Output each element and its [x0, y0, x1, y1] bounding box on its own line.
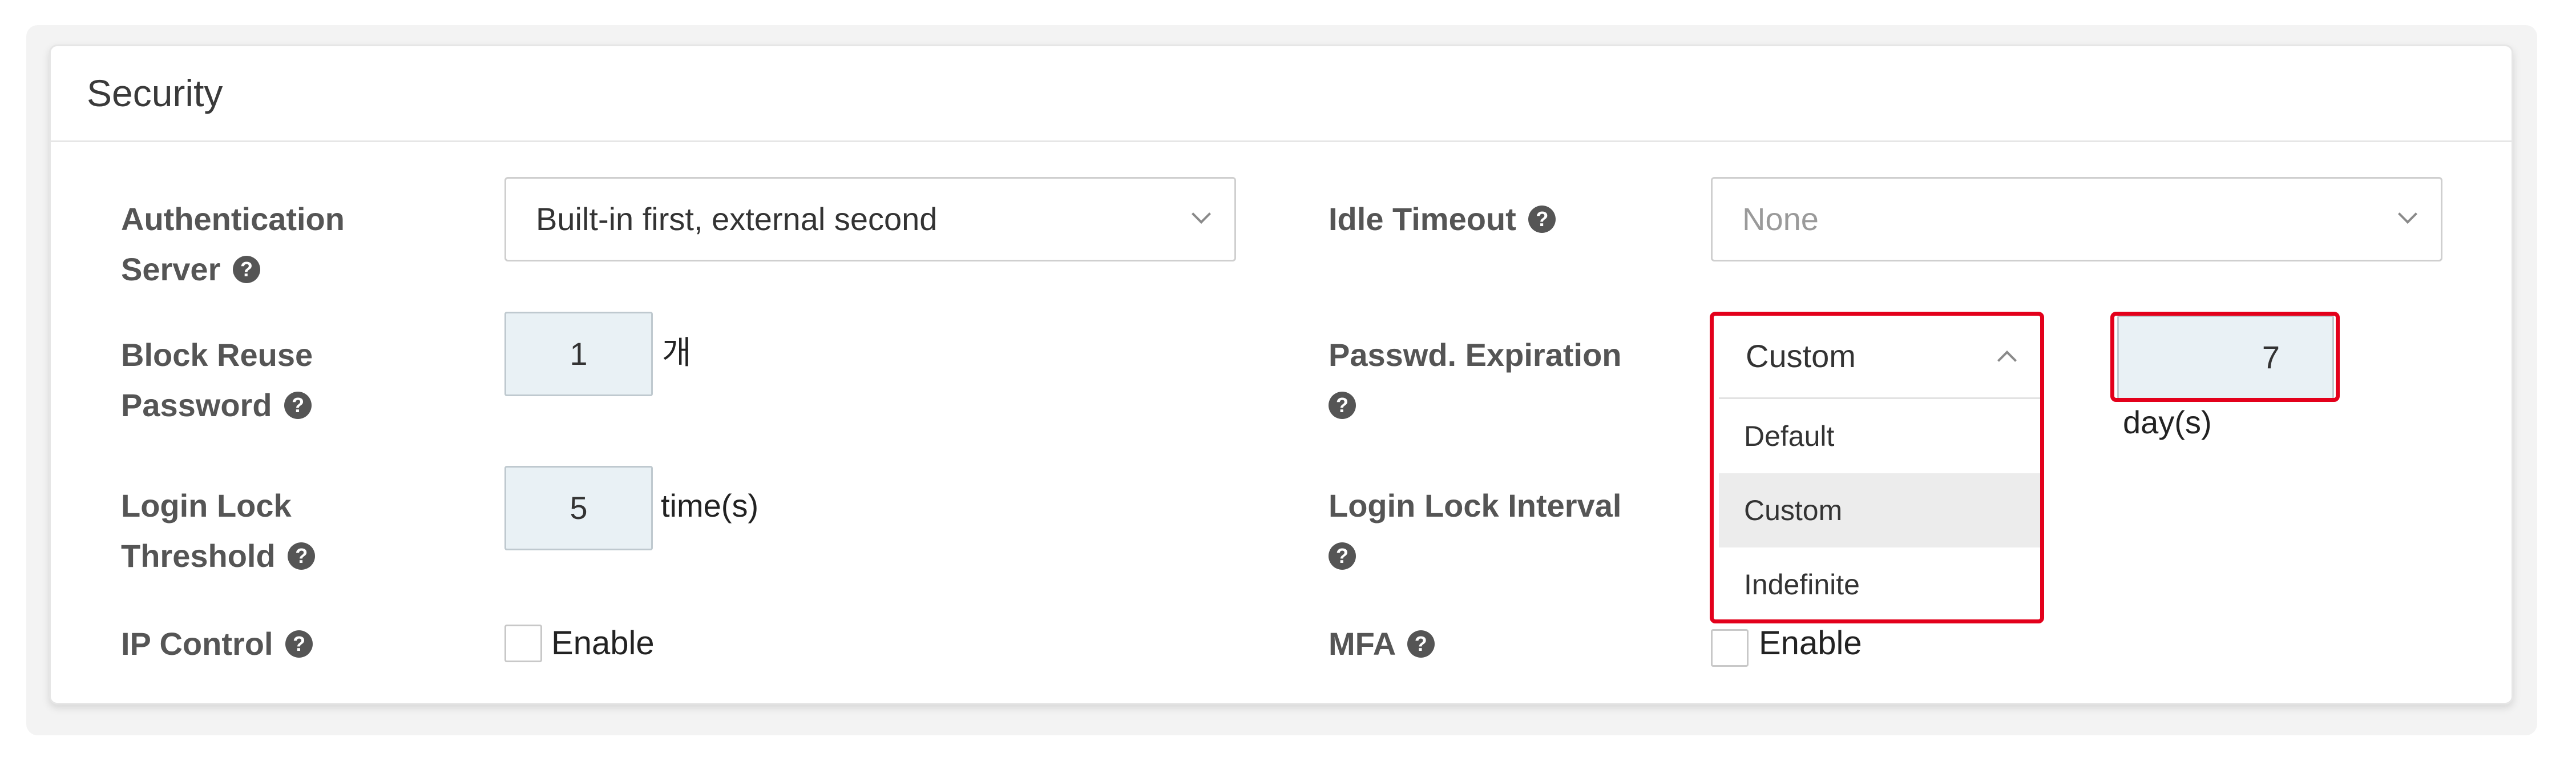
- ip-control-enable-label: Enable: [551, 625, 655, 662]
- ip-control-label: IP Control ?: [121, 619, 313, 669]
- idle-timeout-label: Idle Timeout ?: [1329, 194, 1556, 244]
- auth-server-select[interactable]: Built-in first, external second: [504, 177, 1236, 261]
- help-icon[interactable]: ?: [284, 392, 312, 420]
- login-lock-interval-label: Login Lock Interval ?: [1329, 481, 1621, 581]
- panel-header: Security: [51, 46, 2512, 142]
- expiration-days-unit: day(s): [2123, 404, 2212, 440]
- highlight-days-box: [2110, 312, 2340, 402]
- help-icon[interactable]: ?: [232, 256, 260, 284]
- mfa-enable-label: Enable: [1759, 625, 1862, 662]
- block-reuse-input[interactable]: 1: [504, 312, 653, 396]
- help-icon[interactable]: ?: [288, 542, 316, 570]
- login-lock-threshold-input[interactable]: 5: [504, 466, 653, 550]
- highlight-dropdown-box: [1710, 312, 2044, 623]
- ip-control-checkbox[interactable]: [504, 625, 542, 662]
- chevron-down-icon: [1192, 204, 1211, 224]
- panel-title: Security: [87, 72, 223, 114]
- mfa-label: MFA ?: [1329, 619, 1435, 669]
- passwd-expiration-label: Passwd. Expiration ?: [1329, 330, 1622, 430]
- chevron-down-icon: [2398, 204, 2417, 224]
- block-reuse-label: Block Reuse Password ?: [121, 337, 313, 423]
- help-icon[interactable]: ?: [1528, 206, 1556, 233]
- mfa-checkbox[interactable]: [1711, 629, 1749, 667]
- auth-server-label: Authentication Server ?: [121, 201, 345, 287]
- block-reuse-unit: 개: [662, 335, 692, 371]
- help-icon[interactable]: ?: [1329, 542, 1356, 570]
- help-icon[interactable]: ?: [1329, 392, 1356, 420]
- login-lock-threshold-label: Login Lock Threshold ?: [121, 481, 316, 581]
- idle-timeout-select[interactable]: None: [1711, 177, 2442, 261]
- login-lock-threshold-unit: time(s): [661, 488, 759, 524]
- help-icon[interactable]: ?: [1407, 630, 1435, 658]
- help-icon[interactable]: ?: [285, 630, 313, 658]
